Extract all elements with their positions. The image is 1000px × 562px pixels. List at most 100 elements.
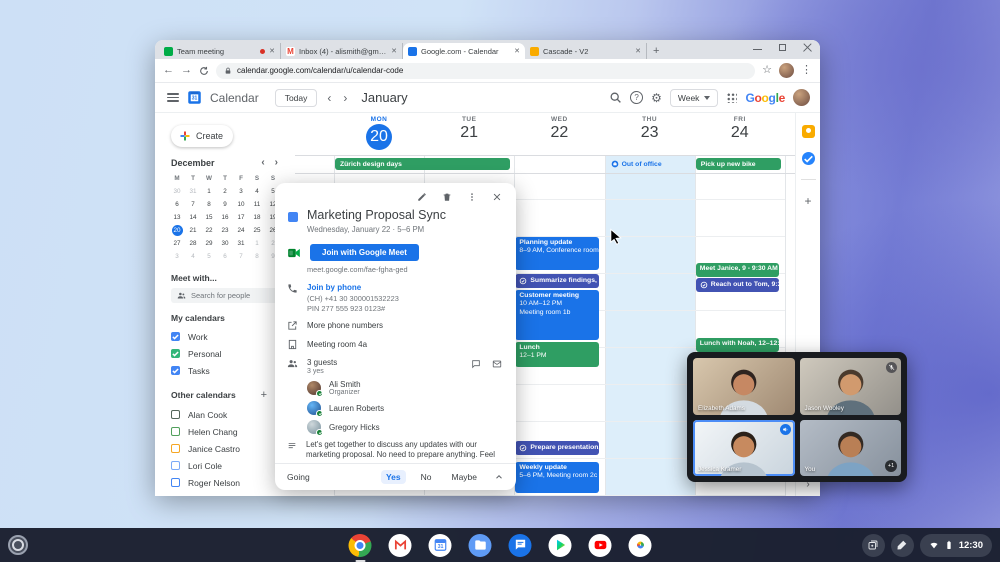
main-menu-icon[interactable] [167, 93, 179, 102]
account-avatar[interactable] [793, 89, 810, 106]
mini-day-cell[interactable]: 6 [169, 198, 185, 211]
join-by-phone-link[interactable]: Join by phone [307, 283, 399, 292]
delete-event-icon[interactable] [442, 192, 452, 202]
attendee-row[interactable]: Lauren Roberts [307, 401, 516, 415]
calendar-event[interactable]: Customer meeting10 AM–12 PMMeeting room … [515, 290, 598, 340]
mini-day-cell[interactable]: 3 [233, 185, 249, 198]
mini-day-cell[interactable]: 16 [217, 211, 233, 224]
bookmark-star-icon[interactable]: ☆ [762, 65, 772, 76]
mini-day-cell[interactable]: 3 [169, 250, 185, 263]
allday-event[interactable]: Pick up new bike [696, 158, 781, 170]
day-header-fri[interactable]: FRI24 [695, 116, 785, 142]
mini-day-cell[interactable]: 21 [185, 224, 201, 237]
chevron-up-icon[interactable] [494, 472, 504, 482]
mini-day-cell[interactable]: 5 [201, 250, 217, 263]
browser-avatar[interactable] [779, 63, 794, 78]
close-window-icon[interactable] [803, 43, 812, 52]
view-selector[interactable]: Week [670, 89, 719, 107]
email-guests-icon[interactable] [492, 359, 502, 369]
new-tab-button[interactable]: + [653, 45, 659, 57]
gmail-app-icon[interactable] [389, 534, 412, 557]
edit-event-icon[interactable] [417, 192, 427, 202]
screen-capture-button[interactable] [862, 534, 885, 557]
tab-close-icon[interactable]: ✕ [635, 47, 641, 55]
mini-day-cell[interactable]: 20 [169, 224, 185, 237]
chat-with-guests-icon[interactable] [471, 359, 481, 369]
calendar-checkbox[interactable] [171, 366, 180, 375]
mini-day-cell[interactable]: 1 [249, 237, 265, 250]
tab-close-icon[interactable]: ✕ [391, 47, 397, 55]
mini-day-cell[interactable]: 4 [249, 185, 265, 198]
maximize-icon[interactable] [778, 43, 787, 52]
video-tile[interactable]: Jessica Kramer [693, 420, 795, 477]
tasks-icon[interactable] [802, 152, 815, 165]
browser-tab[interactable]: Google.com - Calendar✕ [403, 43, 525, 59]
attendee-row[interactable]: Ali SmithOrganizer [307, 380, 516, 396]
mini-day-cell[interactable]: 6 [217, 250, 233, 263]
calendar-event[interactable]: Meet Janice, 9 - 9:30 AM [696, 263, 779, 277]
create-button[interactable]: Create [171, 125, 233, 147]
allday-event[interactable]: Out of office [606, 158, 691, 170]
forward-icon[interactable]: → [181, 65, 192, 76]
status-area[interactable]: 12:30 [920, 534, 992, 557]
event-options-icon[interactable] [467, 192, 477, 202]
search-icon[interactable] [609, 91, 622, 104]
calendar-checkbox[interactable] [171, 478, 180, 487]
mini-day-cell[interactable]: 30 [217, 237, 233, 250]
mini-next-icon[interactable]: › [270, 157, 283, 168]
mini-day-cell[interactable]: 23 [217, 224, 233, 237]
mini-day-cell[interactable]: 1 [201, 185, 217, 198]
mini-day-cell[interactable]: 27 [169, 237, 185, 250]
chrome-app-icon[interactable] [349, 534, 372, 557]
mini-day-cell[interactable]: 24 [233, 224, 249, 237]
mini-day-cell[interactable]: 30 [169, 185, 185, 198]
more-phone-numbers-link[interactable]: More phone numbers [307, 321, 383, 330]
mini-day-cell[interactable]: 13 [169, 211, 185, 224]
tab-close-icon[interactable]: ✕ [514, 47, 520, 55]
settings-gear-icon[interactable]: ⚙ [651, 91, 662, 105]
mini-day-cell[interactable]: 31 [233, 237, 249, 250]
files-app-icon[interactable] [469, 534, 492, 557]
browser-tab[interactable]: Cascade - V2✕ [525, 43, 647, 59]
allday-event[interactable]: Zürich design days [335, 158, 510, 170]
mini-day-cell[interactable]: 8 [249, 250, 265, 263]
attendee-row[interactable]: Gregory Hicks [307, 420, 516, 434]
rsvp-yes-button[interactable]: Yes [381, 470, 406, 484]
photos-app-icon[interactable] [629, 534, 652, 557]
get-addons-icon[interactable]: + [804, 194, 811, 208]
mini-day-cell[interactable]: 7 [185, 198, 201, 211]
mini-day-cell[interactable]: 15 [201, 211, 217, 224]
calendar-event[interactable]: Planning update8–9 AM, Conference room 2 [515, 237, 598, 270]
reload-icon[interactable] [199, 66, 209, 76]
calendar-event[interactable]: Lunch12–1 PM [515, 342, 598, 367]
mini-day-cell[interactable]: 14 [185, 211, 201, 224]
calendar-checkbox[interactable] [171, 461, 180, 470]
today-button[interactable]: Today [275, 89, 318, 107]
tab-close-icon[interactable]: ✕ [269, 47, 275, 55]
mini-day-cell[interactable]: 18 [249, 211, 265, 224]
mini-day-cell[interactable]: 25 [249, 224, 265, 237]
help-icon[interactable]: ? [630, 91, 643, 104]
rsvp-no-button[interactable]: No [416, 470, 437, 484]
day-header-tue[interactable]: TUE21 [424, 116, 514, 142]
messages-app-icon[interactable] [509, 534, 532, 557]
browser-menu-icon[interactable]: ⋮ [801, 65, 812, 76]
add-calendar-icon[interactable]: + [261, 389, 267, 401]
browser-tab[interactable]: MInbox (4) - alismith@gmail.com✕ [281, 43, 403, 59]
mini-day-cell[interactable]: 29 [201, 237, 217, 250]
video-tile[interactable]: Jason Wooley [800, 358, 902, 415]
calendar-checkbox[interactable] [171, 444, 180, 453]
stylus-button[interactable] [891, 534, 914, 557]
calendar-event[interactable]: Reach out to Tom, 9:30 A [696, 278, 779, 292]
youtube-app-icon[interactable] [589, 534, 612, 557]
next-week-icon[interactable]: › [341, 91, 349, 105]
close-popup-icon[interactable] [492, 192, 502, 202]
mini-day-cell[interactable]: 22 [201, 224, 217, 237]
calendar-checkbox[interactable] [171, 332, 180, 341]
keep-icon[interactable] [802, 125, 815, 138]
minimize-icon[interactable] [753, 43, 762, 52]
mini-day-cell[interactable]: 2 [217, 185, 233, 198]
google-apps-grid-icon[interactable] [726, 92, 737, 103]
calendar-app-icon[interactable]: 31 [429, 534, 452, 557]
calendar-event[interactable]: Weekly update5–6 PM, Meeting room 2c [515, 462, 598, 493]
